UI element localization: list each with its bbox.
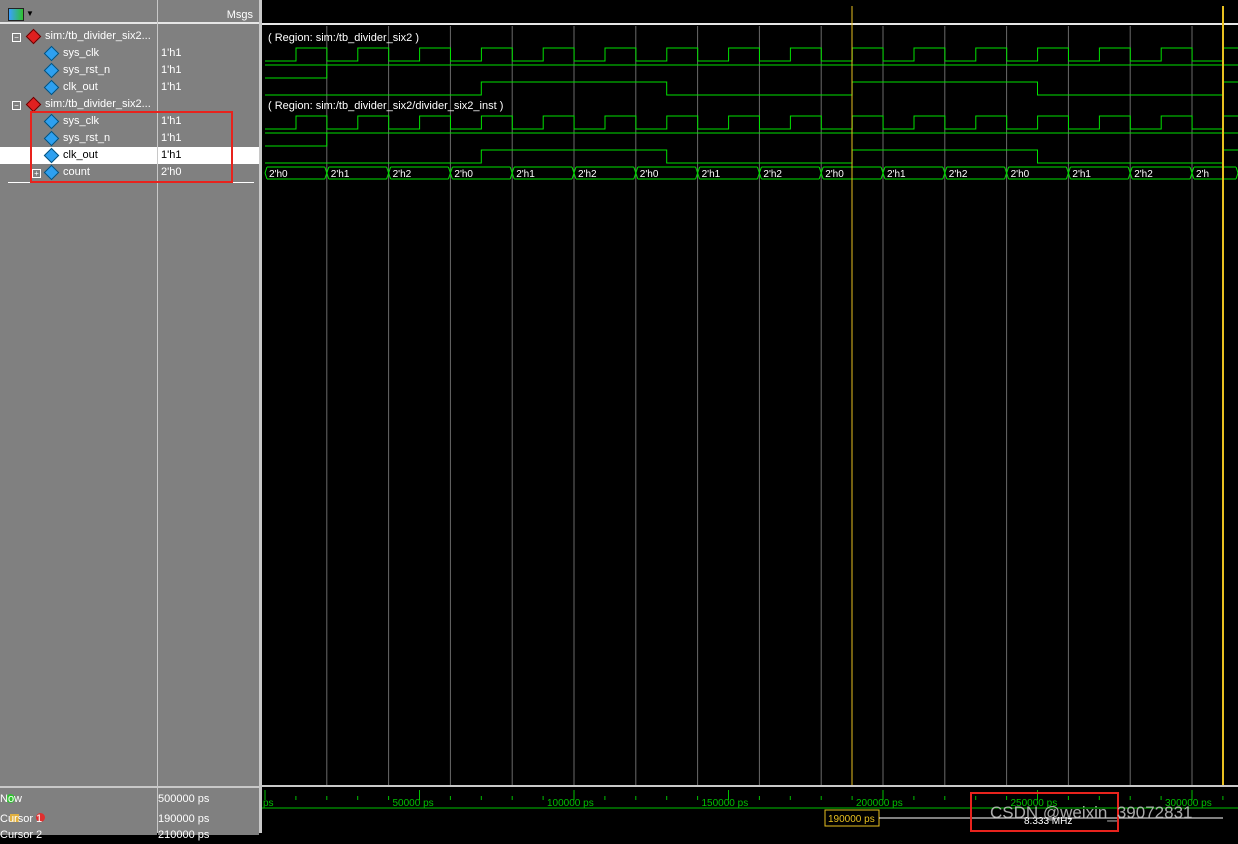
values-header: Msgs <box>158 0 259 24</box>
count-bus-value: 2'h1 <box>516 169 535 180</box>
signal-diamond-icon <box>43 62 60 79</box>
count-bus-value: 2'h2 <box>763 169 782 180</box>
timeline-label: ps <box>263 798 274 809</box>
count-bus-value: 2'h1 <box>702 169 721 180</box>
count-bus-value: 2'h2 <box>949 169 968 180</box>
clk-out-wave <box>265 149 1238 164</box>
region-label-inst: ( Region: sim:/tb_divider_six2/divider_s… <box>268 100 503 112</box>
value-cell: 1'h1 <box>161 81 182 93</box>
signal-name: clk_out <box>63 81 98 93</box>
signal-name: sys_rst_n <box>63 64 111 76</box>
waveform-pane[interactable]: 2'h0 2'h1 2'h2 2'h0 2'h1 2'h2 2'h0 2'h1 2'h2 2'h0… <box>262 0 1238 833</box>
group-row-top[interactable]: − sim:/tb_divider_six2... <box>0 28 157 45</box>
count-bus-value: 2'h2 <box>393 169 412 180</box>
group-diamond-icon <box>25 96 42 113</box>
names-footer: Now Cursor 1 Cursor 2 <box>0 786 157 841</box>
clk-out-wave <box>265 81 1238 96</box>
signal-name: sys_clk <box>63 47 100 59</box>
sys-rst-n-edge <box>265 133 328 147</box>
collapse-icon[interactable]: − <box>12 33 21 42</box>
timeline-label: 150000 ps <box>702 798 749 809</box>
value-cell: 1'h1 <box>161 64 182 76</box>
timeline-label: 50000 ps <box>393 798 434 809</box>
timeline-label: 100000 ps <box>547 798 594 809</box>
count-bus-value: 2'h1 <box>887 169 906 180</box>
collapse-icon[interactable]: − <box>12 101 21 110</box>
cursor2-label[interactable]: Cursor 2 <box>0 827 147 844</box>
cursor1-value: 190000 ps <box>158 813 210 825</box>
sys-clk-wave <box>265 115 1238 130</box>
waveform-canvas[interactable]: 2'h0 2'h1 2'h2 2'h0 2'h1 2'h2 2'h0 2'h1 2'h2 2'h0… <box>262 0 1238 833</box>
now-value: 500000 ps <box>158 793 210 805</box>
signal-diamond-icon <box>43 79 60 96</box>
count-bus-value: 2'h0 <box>454 169 473 180</box>
names-header: ▼ <box>0 0 157 24</box>
cursor1-label[interactable]: Cursor 1 <box>0 811 147 828</box>
now-label: Now <box>0 793 23 805</box>
timeline-label: 200000 ps <box>856 798 903 809</box>
values-footer: 500000 ps 190000 ps 210000 ps <box>158 786 259 841</box>
count-bus-value: 2'h2 <box>578 169 597 180</box>
region-label-top: ( Region: sim:/tb_divider_six2 ) <box>268 32 419 44</box>
count-bus-value: 2'h0 <box>825 169 844 180</box>
signal-row-clk-out[interactable]: clk_out <box>0 79 157 96</box>
count-bus-value: 2'h0 <box>1011 169 1030 180</box>
cursor2-value: 210000 ps <box>158 829 210 841</box>
toolbar-wave-icon[interactable] <box>8 8 24 21</box>
count-bus-value: 2'h1 <box>331 169 350 180</box>
annotation-box-signals <box>30 111 233 183</box>
watermark: CSDN @weixin_39072831 <box>990 803 1193 822</box>
count-bus-value: 2'h2 <box>1134 169 1153 180</box>
count-bus-value: 2'h0 <box>640 169 659 180</box>
value-cell: 1'h1 <box>161 47 182 59</box>
group-diamond-icon <box>25 28 42 45</box>
signal-name: sim:/tb_divider_six2... <box>45 30 151 42</box>
sys-rst-n-edge <box>265 65 328 79</box>
sys-clk-wave <box>265 47 1238 62</box>
count-bus-value: 2'h0 <box>269 169 288 180</box>
cursor-1-flag-text: 190000 ps <box>828 814 875 825</box>
signal-row-sys-clk[interactable]: sys_clk <box>0 45 157 62</box>
msgs-label: Msgs <box>226 9 253 21</box>
signal-row-sys-rst-n[interactable]: sys_rst_n <box>0 62 157 79</box>
count-bus-value: 2'h <box>1196 169 1209 180</box>
count-bus-value: 2'h1 <box>1072 169 1091 180</box>
dropdown-arrow-icon[interactable]: ▼ <box>26 9 34 18</box>
signal-diamond-icon <box>43 45 60 62</box>
